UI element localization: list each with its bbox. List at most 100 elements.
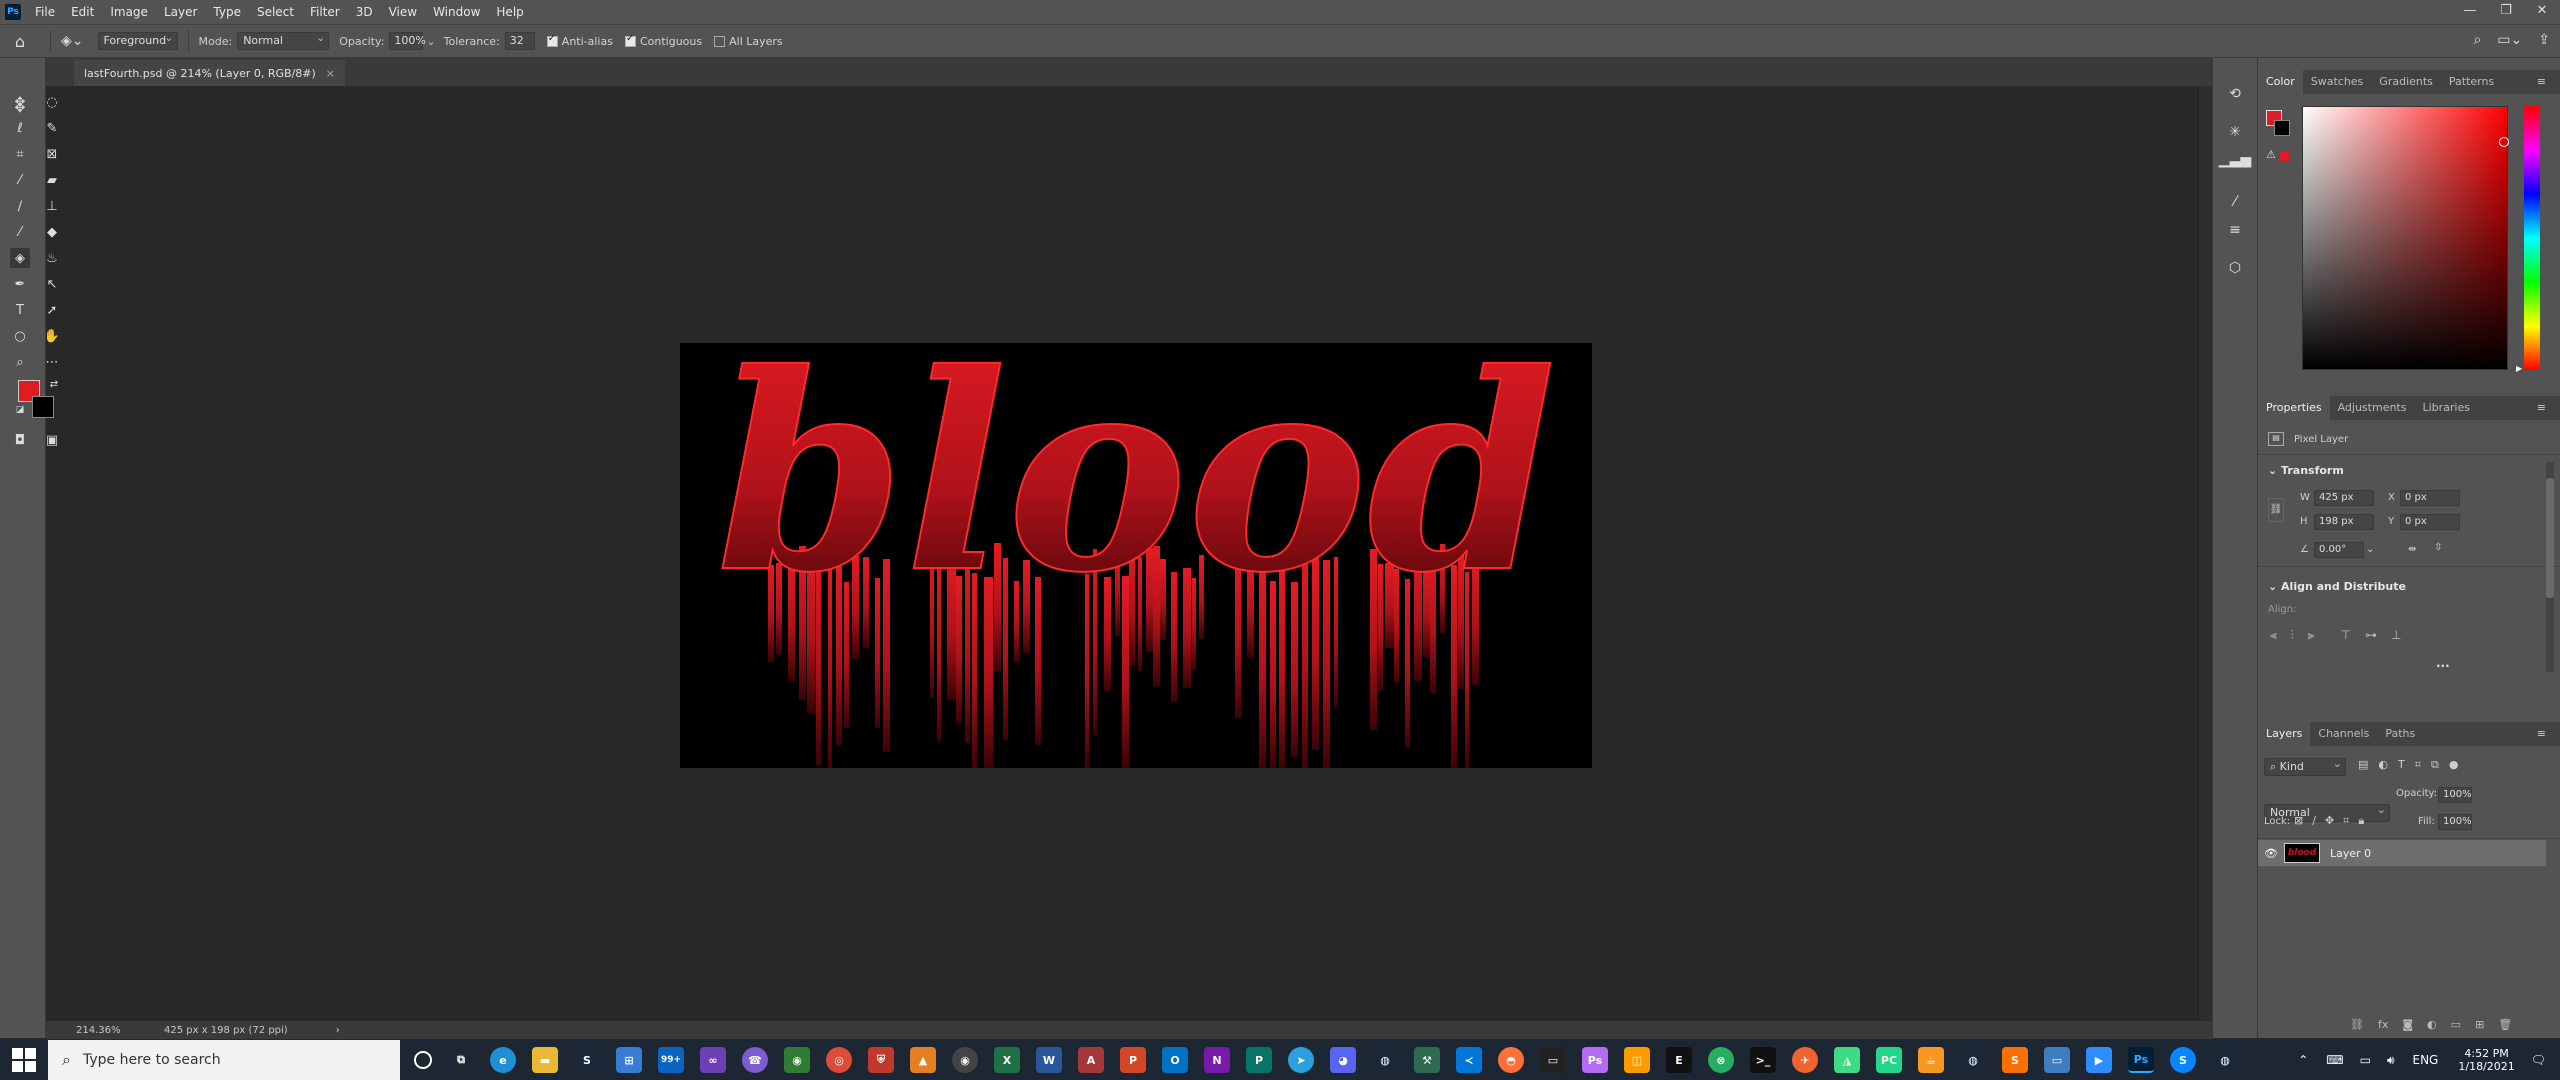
- scrollbar-thumb[interactable]: [2546, 478, 2554, 598]
- photoshop-alt-icon[interactable]: Ps: [1582, 1047, 1608, 1073]
- ruler-icon[interactable]: ▰: [42, 170, 62, 190]
- close-tab-icon[interactable]: ×: [326, 67, 335, 80]
- filter-adjustment-icon[interactable]: ◐: [2378, 758, 2388, 772]
- brushes-icon[interactable]: ⁄: [2225, 192, 2245, 212]
- pen-icon[interactable]: ✒: [10, 274, 30, 294]
- more-tools-icon[interactable]: ⋯: [42, 352, 62, 372]
- frame-icon[interactable]: ⊠: [42, 144, 62, 164]
- menu-filter[interactable]: Filter: [302, 0, 348, 24]
- opacity-field[interactable]: 100%: [389, 32, 426, 50]
- y-field[interactable]: 0 px: [2400, 514, 2460, 530]
- mode-dropdown[interactable]: Normal: [237, 30, 330, 50]
- more-options-button[interactable]: ...: [2436, 656, 2450, 670]
- layer-kind-filter[interactable]: ⌕ Kind: [2264, 756, 2346, 776]
- telegram-icon[interactable]: ➤: [1288, 1047, 1314, 1073]
- language-indicator[interactable]: ENG: [2413, 1053, 2439, 1067]
- filter-type-icon[interactable]: T: [2398, 758, 2405, 772]
- width-field[interactable]: 425 px: [2314, 490, 2374, 506]
- chrome-icon[interactable]: ◎: [826, 1047, 852, 1073]
- screen-mode-icon[interactable]: ▣: [42, 430, 62, 450]
- align-left-icon[interactable]: ⫷: [2270, 628, 2277, 643]
- menu-help[interactable]: Help: [488, 0, 531, 24]
- panel-menu-icon[interactable]: ≡: [2529, 70, 2554, 94]
- menu-layer[interactable]: Layer: [156, 0, 205, 24]
- sublime-icon[interactable]: S: [2002, 1047, 2028, 1073]
- fill-source-dropdown[interactable]: Foreground: [97, 30, 178, 50]
- lock-position-icon[interactable]: ✥: [2325, 814, 2334, 828]
- vscode-icon[interactable]: ≺: [1456, 1047, 1482, 1073]
- stamp-icon[interactable]: ⊥: [42, 196, 62, 216]
- hand-icon[interactable]: ✋: [42, 326, 62, 346]
- default-colors-icon[interactable]: ◪: [14, 404, 26, 416]
- mail-icon[interactable]: 99+: [658, 1047, 684, 1073]
- adjustment-layer-icon[interactable]: ◐: [2427, 1018, 2437, 1031]
- home-icon[interactable]: ⌂: [0, 32, 40, 51]
- all-layers-checkbox[interactable]: All Layers: [714, 35, 783, 48]
- history-brush-icon[interactable]: ⁄: [10, 222, 30, 242]
- search-icon[interactable]: ⌕: [2473, 32, 2481, 48]
- background-color-swatch[interactable]: [32, 396, 54, 418]
- layer-style-icon[interactable]: fx: [2378, 1018, 2388, 1031]
- windows-start-icon[interactable]: [12, 1048, 36, 1072]
- tab-properties[interactable]: Properties: [2258, 396, 2330, 420]
- tab-adjustments[interactable]: Adjustments: [2330, 396, 2415, 420]
- add-mask-icon[interactable]: ◙: [2402, 1018, 2413, 1031]
- game-launcher-icon[interactable]: ▲: [910, 1047, 936, 1073]
- direct-select-icon[interactable]: ➚: [42, 300, 62, 320]
- antialias-checkbox[interactable]: Anti-alias: [546, 33, 613, 48]
- epic-games-icon[interactable]: E: [1666, 1047, 1692, 1073]
- clock[interactable]: 4:52 PM 1/18/2021: [2458, 1047, 2514, 1073]
- layer-opacity-field[interactable]: 100%: [2438, 787, 2472, 803]
- onenote-icon[interactable]: N: [1204, 1047, 1230, 1073]
- pycharm-icon[interactable]: PC: [1876, 1047, 1902, 1073]
- layer-fill-field[interactable]: 100%: [2438, 814, 2472, 830]
- paint-bucket-icon[interactable]: ◈: [10, 248, 30, 268]
- tab-color[interactable]: Color: [2258, 70, 2303, 94]
- remote-icon[interactable]: ▭: [2044, 1047, 2070, 1073]
- lasso-icon[interactable]: ℓ: [10, 118, 30, 138]
- terminal-icon[interactable]: ▭: [1540, 1047, 1566, 1073]
- quick-select-icon[interactable]: ✎: [42, 118, 62, 138]
- discord-icon[interactable]: ◕: [1330, 1047, 1356, 1073]
- steam-third-icon[interactable]: ◍: [1960, 1047, 1986, 1073]
- restore-button[interactable]: ❐: [2488, 0, 2524, 24]
- align-right-icon[interactable]: ⫸: [2308, 628, 2315, 643]
- java-icon[interactable]: ☕: [1918, 1047, 1944, 1073]
- document-tab[interactable]: lastFourth.psd @ 214% (Layer 0, RGB/8#) …: [74, 60, 346, 86]
- tab-libraries[interactable]: Libraries: [2414, 396, 2478, 420]
- height-field[interactable]: 198 px: [2314, 514, 2374, 530]
- adjustments-icon[interactable]: ✳: [2225, 122, 2245, 142]
- flip-vertical-icon[interactable]: ⇳: [2434, 542, 2442, 553]
- hue-slider[interactable]: [2524, 106, 2540, 370]
- tab-paths[interactable]: Paths: [2377, 722, 2423, 746]
- menu-3d[interactable]: 3D: [348, 0, 381, 24]
- tab-patterns[interactable]: Patterns: [2441, 70, 2502, 94]
- smudge-icon[interactable]: ♨: [42, 248, 62, 268]
- nvidia-icon[interactable]: ◉: [784, 1047, 810, 1073]
- x-field[interactable]: 0 px: [2400, 490, 2460, 506]
- color-field[interactable]: [2302, 106, 2509, 370]
- transform-section-toggle[interactable]: ⌄ Transform: [2268, 464, 2344, 477]
- edge-icon[interactable]: e: [490, 1047, 516, 1073]
- brush-icon[interactable]: ∕: [10, 196, 30, 216]
- document-canvas[interactable]: blood: [680, 343, 1592, 768]
- zoom-level[interactable]: 214.36%: [46, 1025, 121, 1036]
- histogram-icon[interactable]: ▁▃▅: [2219, 150, 2251, 170]
- chevron-down-icon[interactable]: ⌄: [2366, 544, 2374, 555]
- tab-swatches[interactable]: Swatches: [2303, 70, 2372, 94]
- new-layer-icon[interactable]: ⊞: [2475, 1018, 2484, 1031]
- ellipse-shape-icon[interactable]: ○: [10, 326, 30, 346]
- type-icon[interactable]: T: [10, 300, 30, 320]
- brush-settings-icon[interactable]: ≡: [2225, 220, 2245, 240]
- lock-all-icon[interactable]: 🔒︎: [2358, 814, 2364, 828]
- media-player-icon[interactable]: ◉: [952, 1047, 978, 1073]
- shield-icon[interactable]: ⛨: [868, 1047, 894, 1073]
- steam-alt-icon[interactable]: ◍: [1372, 1047, 1398, 1073]
- panel-menu-icon[interactable]: ≡: [2529, 722, 2554, 746]
- tray-expand-icon[interactable]: ⌃: [2298, 1053, 2308, 1067]
- flip-horizontal-icon[interactable]: ⇹: [2408, 544, 2416, 555]
- keyboard-icon[interactable]: ⌨: [2326, 1053, 2343, 1067]
- panel-menu-icon[interactable]: ≡: [2529, 396, 2554, 420]
- angle-field[interactable]: 0.00°: [2314, 542, 2364, 558]
- cmd-icon[interactable]: >_: [1750, 1047, 1776, 1073]
